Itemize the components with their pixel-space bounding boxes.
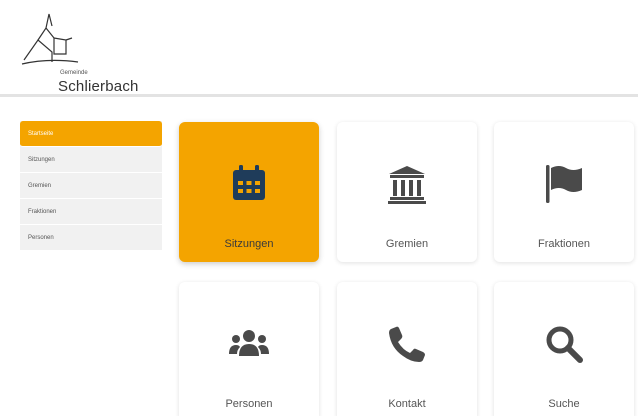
header: Gemeinde Schlierbach bbox=[0, 0, 638, 96]
sidebar-item-personen[interactable]: Personen bbox=[20, 225, 162, 251]
tile-suche[interactable]: Suche bbox=[494, 282, 634, 416]
logo-title: Schlierbach bbox=[58, 78, 139, 95]
sidebar-nav: Startseite Sitzungen Gremien Fraktionen … bbox=[20, 121, 162, 251]
tile-fraktionen[interactable]: Fraktionen bbox=[494, 122, 634, 262]
tile-label: Suche bbox=[548, 398, 580, 410]
sidebar-item-startseite[interactable]: Startseite bbox=[20, 121, 162, 147]
tile-gremien[interactable]: Gremien bbox=[337, 122, 477, 262]
tile-label: Sitzungen bbox=[224, 238, 274, 250]
header-divider bbox=[0, 94, 638, 97]
tile-kontakt[interactable]: Kontakt bbox=[337, 282, 477, 416]
phone-icon bbox=[389, 326, 425, 362]
tile-sitzungen[interactable]: Sitzungen bbox=[179, 122, 319, 262]
users-icon bbox=[229, 330, 269, 356]
church-logo-icon bbox=[21, 13, 79, 65]
logo-subtitle: Gemeinde bbox=[60, 70, 88, 76]
tile-label: Gremien bbox=[385, 238, 429, 250]
calendar-icon bbox=[233, 165, 265, 200]
tile-personen[interactable]: Personen bbox=[179, 282, 319, 416]
institution-icon bbox=[388, 166, 426, 204]
sidebar-item-sitzungen[interactable]: Sitzungen bbox=[20, 147, 162, 173]
tile-label: Kontakt bbox=[388, 398, 426, 410]
tile-label: Fraktionen bbox=[538, 238, 590, 250]
sidebar-item-gremien[interactable]: Gremien bbox=[20, 173, 162, 199]
logo[interactable]: Gemeinde Schlierbach bbox=[18, 10, 148, 95]
sidebar-item-fraktionen[interactable]: Fraktionen bbox=[20, 199, 162, 225]
flag-icon bbox=[546, 165, 582, 203]
tile-label: Personen bbox=[225, 398, 273, 410]
search-icon bbox=[546, 326, 583, 363]
